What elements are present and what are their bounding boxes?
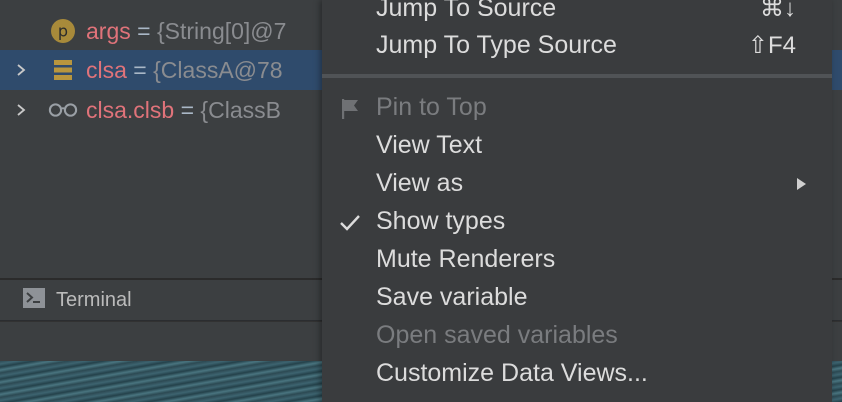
menu-item-mute-renderers[interactable]: Mute Renderers — [322, 241, 832, 279]
variable-name: clsa.clsb — [86, 96, 175, 123]
menu-item-label: Pin to Top — [376, 93, 487, 121]
menu-item-pin-to-top[interactable]: Pin to Top — [322, 89, 832, 127]
field-stack-icon — [48, 55, 78, 85]
menu-item-label: View as — [376, 169, 464, 197]
chevron-right-icon[interactable] — [14, 103, 28, 117]
chevron-right-icon[interactable] — [14, 63, 28, 77]
menu-item-show-types[interactable]: Show types — [322, 203, 832, 241]
menu-item-customize-data-views[interactable]: Customize Data Views... — [322, 355, 832, 393]
variable-value: {ClassB — [200, 96, 281, 123]
submenu-arrow-icon — [794, 177, 808, 191]
menu-item-label: Jump To Type Source — [376, 31, 617, 59]
menu-item-shortcut: ⇧F4 — [747, 32, 796, 59]
svg-text:p: p — [58, 22, 68, 41]
variable-name: args — [86, 17, 131, 44]
menu-item-label: Save variable — [376, 283, 528, 311]
menu-item-label: Customize Data Views... — [376, 359, 648, 387]
variable-text: clsa = {ClassA@78 — [86, 57, 283, 84]
variable-text: args = {String[0]@7 — [86, 18, 286, 45]
variable-name: clsa — [86, 56, 127, 83]
menu-item-view-as[interactable]: View as — [322, 165, 832, 203]
menu-item-label: View Text — [376, 131, 483, 159]
menu-item-view-text[interactable]: View Text — [322, 127, 832, 165]
menu-item-label: Show types — [376, 207, 506, 235]
checkmark-icon — [338, 211, 362, 235]
variable-value: {String[0]@7 — [156, 17, 287, 44]
watch-glasses-icon — [48, 95, 78, 125]
variable-equals: = — [137, 17, 151, 44]
menu-item-label: Mute Renderers — [376, 245, 556, 273]
variable-text: clsa.clsb = {ClassB — [86, 97, 281, 124]
p-badge-icon: p — [48, 16, 78, 46]
flag-icon — [338, 97, 362, 121]
menu-item-label: Open saved variables — [376, 321, 618, 349]
variable-value: {ClassA@78 — [153, 56, 283, 83]
menu-item-label: Jump To Source — [376, 0, 557, 22]
terminal-icon — [22, 287, 46, 314]
menu-item-shortcut: ⌘↓ — [760, 0, 796, 22]
menu-item-jump-to-type-source[interactable]: Jump To Type Source ⇧F4 — [322, 27, 832, 65]
variable-equals: = — [180, 96, 195, 123]
menu-item-save-variable[interactable]: Save variable — [322, 279, 832, 317]
terminal-tab[interactable]: Terminal — [22, 287, 132, 313]
variable-equals: = — [133, 56, 147, 83]
terminal-label: Terminal — [56, 288, 132, 311]
menu-separator — [322, 74, 832, 78]
context-menu: Jump To Source ⌘↓ Jump To Type Source ⇧F… — [322, 0, 832, 402]
menu-item-jump-to-source[interactable]: Jump To Source ⌘↓ — [322, 0, 832, 28]
menu-item-open-saved-variables[interactable]: Open saved variables — [322, 317, 832, 355]
